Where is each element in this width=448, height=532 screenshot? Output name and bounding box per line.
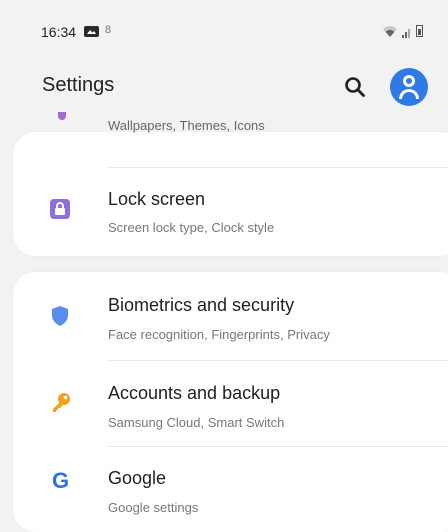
divider	[108, 167, 448, 168]
gallery-icon	[84, 26, 99, 37]
account-icon-body	[399, 89, 419, 99]
accounts-title: Accounts and backup	[108, 383, 281, 403]
biometrics-subtitle: Face recognition, Fingerprints, Privacy	[108, 327, 330, 342]
account-icon	[403, 75, 415, 87]
status-bar: 16:34 8	[0, 0, 448, 40]
status-indicator: 8	[105, 24, 112, 36]
shield-icon	[52, 306, 68, 326]
google-subtitle: Google settings	[108, 500, 199, 515]
status-icons	[382, 24, 423, 38]
list-item-lock-screen[interactable]: Lock screen Screen lock type, Clock styl…	[13, 176, 448, 248]
google-icon: G	[52, 468, 70, 493]
lock-screen-subtitle: Screen lock type, Clock style	[108, 220, 275, 235]
status-time: 16:34	[41, 24, 77, 40]
lock-body	[55, 208, 65, 215]
signal-icon	[402, 25, 412, 38]
settings-card-accounts: Biometrics and security Face recognition…	[13, 272, 448, 532]
lock-screen-title: Lock screen	[108, 189, 206, 209]
page-title: Settings	[42, 74, 115, 96]
lock-icon	[50, 199, 70, 219]
list-item-accounts[interactable]: Accounts and backup Samsung Cloud, Smart…	[13, 360, 448, 446]
header: Settings	[0, 60, 448, 116]
key-icon	[53, 393, 70, 412]
search-icon	[345, 77, 365, 97]
wifi-icon	[382, 24, 398, 38]
wallpapers-subtitle: Wallpapers, Themes, Icons	[108, 118, 265, 133]
search-button[interactable]	[341, 73, 369, 101]
account-button[interactable]	[390, 68, 428, 106]
palette-icon	[58, 112, 66, 120]
biometrics-title: Biometrics and security	[108, 295, 295, 315]
accounts-subtitle: Samsung Cloud, Smart Switch	[108, 415, 285, 430]
battery-icon	[416, 25, 423, 37]
settings-card-display: Wallpapers, Themes, Icons Lock screen Sc…	[13, 112, 448, 256]
list-item-biometrics[interactable]: Biometrics and security Face recognition…	[13, 272, 448, 360]
google-title: Google	[108, 468, 167, 488]
list-item-google[interactable]: G Google Google settings	[13, 446, 448, 532]
list-item-wallpapers[interactable]: Wallpapers, Themes, Icons	[13, 112, 448, 168]
